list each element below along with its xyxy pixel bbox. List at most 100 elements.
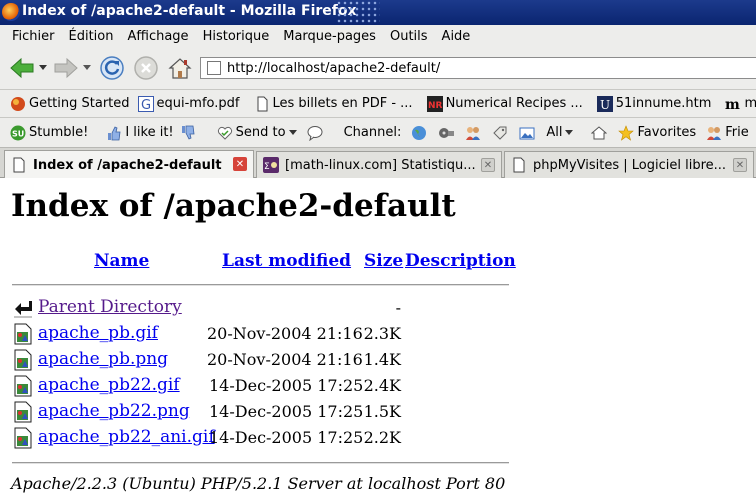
bookmark-billets-pdf[interactable]: Les billets en PDF - ... <box>254 96 413 112</box>
menu-historique[interactable]: Historique <box>203 29 270 44</box>
bookmark-51innume[interactable]: U 51innume.htm <box>596 95 711 112</box>
table-row: Parent Directory - <box>12 296 512 320</box>
column-header-last-modified[interactable]: Last modified <box>222 251 351 271</box>
url-bar[interactable] <box>200 57 756 79</box>
channel-all-dropdown[interactable]: All <box>546 125 574 140</box>
comment-button[interactable] <box>307 125 326 141</box>
table-row: apache_pb.png 20-Nov-2004 21:16 1.4K <box>12 348 512 372</box>
menu-fichier[interactable]: Fichier <box>12 29 55 44</box>
bookmark-label: Les billets en PDF - ... <box>272 96 413 111</box>
m-icon: m <box>725 97 740 112</box>
channel-web[interactable] <box>411 125 430 141</box>
column-header-name[interactable]: Name <box>94 251 149 271</box>
channel-people[interactable] <box>465 125 484 141</box>
file-date: 14-Dec-2005 17:25 <box>209 402 364 421</box>
file-size: 2.2K <box>363 428 401 447</box>
table-row: apache_pb22.gif 14-Dec-2005 17:25 2.4K <box>12 374 512 398</box>
svg-text:U: U <box>600 98 610 112</box>
close-tab-icon[interactable]: ✕ <box>733 158 747 172</box>
speech-bubble-icon <box>307 125 323 141</box>
title-bar: Index of /apache2-default - Mozilla Fire… <box>0 0 756 25</box>
image-file-icon <box>14 427 32 449</box>
firefox-icon <box>11 96 25 111</box>
window-title: Index of /apache2-default - Mozilla Fire… <box>22 3 357 19</box>
bookmark-label: equi-mfo.pdf <box>156 96 240 111</box>
file-link[interactable]: apache_pb.png <box>38 349 168 369</box>
file-size: 2.3K <box>363 324 401 343</box>
url-input[interactable] <box>227 60 727 76</box>
forward-button[interactable] <box>52 54 80 82</box>
bookmark-getting-started[interactable]: Getting Started <box>10 96 130 112</box>
close-tab-icon[interactable]: ✕ <box>233 157 247 171</box>
like-button[interactable]: I like it! <box>106 125 174 141</box>
file-link[interactable]: apache_pb22.png <box>38 401 190 421</box>
column-header-size[interactable]: Size <box>364 251 403 271</box>
send-to-button[interactable]: Send to <box>217 125 297 141</box>
svg-text:NR: NR <box>428 101 443 111</box>
close-tab-icon[interactable]: ✕ <box>481 158 495 172</box>
chevron-down-icon <box>39 65 47 70</box>
file-link[interactable]: apache_pb.gif <box>38 323 158 343</box>
column-header-description[interactable]: Description <box>405 251 516 271</box>
bookmark-equi-mfo[interactable]: G equi-mfo.pdf <box>137 95 240 112</box>
like-label: I like it! <box>125 125 174 140</box>
reload-icon <box>100 56 124 80</box>
forward-dropdown[interactable] <box>80 54 94 82</box>
tab-label: [math-linux.com] Statistiqu... <box>285 157 476 173</box>
people-icon <box>466 126 481 140</box>
svg-text:Σ: Σ <box>264 162 270 172</box>
tab-math-linux[interactable]: Σ [math-linux.com] Statistiqu... ✕ <box>256 151 502 178</box>
menu-edition[interactable]: Édition <box>69 29 114 44</box>
tab-bar: Index of /apache2-default ✕ Σ [math-linu… <box>0 147 756 179</box>
back-button[interactable] <box>8 54 36 82</box>
home-icon <box>591 125 608 139</box>
file-date: 14-Dec-2005 17:25 <box>209 376 364 395</box>
tab-label: Index of /apache2-default <box>33 157 222 173</box>
reload-button[interactable] <box>98 54 126 82</box>
titlebar-pattern <box>336 0 380 25</box>
forward-arrow-icon <box>54 57 78 79</box>
menu-aide[interactable]: Aide <box>442 29 471 44</box>
chevron-down-icon <box>83 65 91 70</box>
tab-label: phpMyVisites | Logiciel libre... <box>533 157 727 173</box>
stumble-label: Stumble! <box>29 125 89 140</box>
channel-photo[interactable] <box>519 125 538 141</box>
file-link[interactable]: apache_pb22.gif <box>38 375 180 395</box>
table-row: apache_pb22_ani.gif 14-Dec-2005 17:25 2.… <box>12 426 512 450</box>
channel-tags[interactable] <box>492 125 511 141</box>
stumble-button[interactable]: SU Stumble! <box>10 125 88 141</box>
stumble-home-button[interactable] <box>591 125 610 141</box>
stumble-toolbar: SU Stumble! I like it! Send to Channel: … <box>0 117 756 147</box>
bookmark-label: me <box>744 96 756 111</box>
menu-affichage[interactable]: Affichage <box>127 29 188 44</box>
dislike-button[interactable] <box>180 125 199 141</box>
bookmarks-toolbar: Getting Started G equi-mfo.pdf Les bille… <box>0 89 756 117</box>
bookmark-me[interactable]: m me <box>725 96 756 112</box>
favorites-label: Favorites <box>637 125 697 140</box>
channel-text: Channel: <box>343 125 402 140</box>
home-button[interactable] <box>166 54 194 82</box>
bookmark-numerical-recipes[interactable]: NR Numerical Recipes ... <box>426 95 583 112</box>
stop-icon <box>134 56 158 80</box>
friends-label: Frie <box>725 125 749 140</box>
file-link[interactable]: apache_pb22_ani.gif <box>38 427 215 447</box>
file-size: 2.4K <box>363 376 401 395</box>
friends-button[interactable]: Frie <box>706 125 749 141</box>
back-dropdown[interactable] <box>36 54 50 82</box>
svg-text:G: G <box>141 98 151 112</box>
firefox-icon[interactable] <box>2 3 20 21</box>
film-reel-icon <box>439 127 455 138</box>
tab-index-apache2[interactable]: Index of /apache2-default ✕ <box>4 150 254 179</box>
file-date: 14-Dec-2005 17:25 <box>209 428 364 447</box>
menu-marque-pages[interactable]: Marque-pages <box>283 29 376 44</box>
file-link[interactable]: Parent Directory <box>38 297 182 317</box>
menu-outils[interactable]: Outils <box>390 29 428 44</box>
tab-phpmyvisites[interactable]: phpMyVisites | Logiciel libre... ✕ <box>504 151 754 178</box>
favorites-button[interactable]: Favorites <box>618 124 697 141</box>
horizontal-rule <box>12 284 509 286</box>
g-icon: G <box>137 95 154 112</box>
stop-button[interactable] <box>132 54 160 82</box>
back-arrow-icon <box>10 57 34 79</box>
channel-video[interactable] <box>438 125 457 141</box>
page-icon <box>13 157 25 173</box>
